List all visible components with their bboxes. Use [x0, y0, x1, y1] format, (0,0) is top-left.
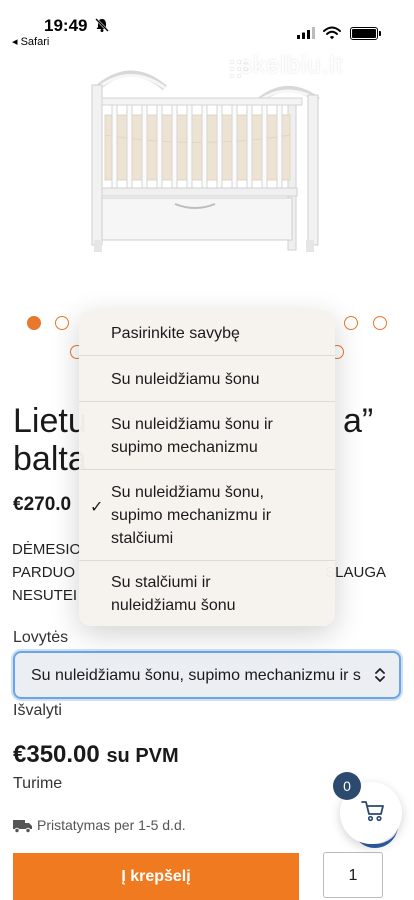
dropdown-option-label: Su nuleidžiamu šonu: [111, 371, 260, 388]
dropdown-option-label: Su nuleidžiamu šonu ir supimo mechanizmu: [111, 416, 273, 456]
variant-dropdown-menu: Pasirinkite savybę Su nuleidžiamu šonu S…: [79, 310, 335, 626]
carousel-dot[interactable]: [27, 316, 41, 330]
variant-select-value: Su nuleidžiamu šonu, supimo mechanizmu i…: [31, 667, 361, 684]
quantity-input[interactable]: 1: [323, 852, 383, 898]
product-title: Lietu a” balta: [13, 402, 373, 478]
carousel-dot[interactable]: [344, 316, 358, 330]
delivery-text: Pristatymas per 1-5 d.d.: [37, 817, 186, 833]
wifi-icon: [323, 26, 341, 40]
watermark: skelbiu.lt: [240, 52, 344, 79]
cellular-signal-icon: [297, 27, 315, 39]
carousel-dot[interactable]: [55, 316, 69, 330]
variant-label: Lovytės: [13, 629, 69, 646]
vat-label: su PVM: [106, 745, 179, 767]
dropdown-option-selected[interactable]: ✓ Su nuleidžiamu šonu, supimo mechanizmu…: [79, 469, 335, 560]
stock-status: Turime: [13, 775, 63, 792]
clock: 19:49: [44, 16, 88, 35]
status-bar: 19:49 ◂ Safari: [0, 0, 414, 50]
dropdown-option-label: Su stalčiumi ir nuleidžiamu šonu: [111, 574, 236, 614]
chevron-up-down-icon: [375, 668, 385, 682]
dropdown-option-label: Pasirinkite savybę: [111, 325, 240, 342]
delivery-info: Pristatymas per 1-5 d.d.: [13, 817, 186, 834]
notice-line: PARDUO: [12, 564, 76, 581]
dropdown-option-label: Su nuleidžiamu šonu, supimo mechanizmu i…: [111, 484, 272, 547]
cart-count-badge: 0: [333, 772, 361, 800]
product-title-line1-end: a”: [343, 402, 374, 440]
truck-icon: [13, 820, 32, 834]
dropdown-option[interactable]: Su stalčiumi ir nuleidžiamu šonu: [79, 560, 335, 626]
carousel-dot[interactable]: [373, 316, 387, 330]
dropdown-option[interactable]: Su nuleidžiamu šonu: [79, 355, 335, 401]
battery-icon: [350, 27, 381, 40]
product-title-line1: Lietu: [13, 402, 87, 440]
shopping-cart-icon[interactable]: [361, 800, 385, 822]
price-amount: €350.00: [13, 741, 100, 768]
back-to-safari-link[interactable]: ◂ Safari: [12, 35, 49, 48]
dropdown-option[interactable]: Su nuleidžiamu šonu ir supimo mechanizmu: [79, 401, 335, 469]
product-price: €350.00 su PVM: [13, 741, 179, 769]
clear-selection-link[interactable]: Išvalyti: [13, 702, 62, 720]
add-to-cart-button[interactable]: Į krepšelį: [13, 853, 299, 900]
checkmark-icon: ✓: [90, 499, 104, 516]
variant-select[interactable]: Su nuleidžiamu šonu, supimo mechanizmu i…: [13, 651, 401, 699]
bell-off-icon: [95, 18, 109, 32]
product-title-line2: balta: [13, 440, 87, 478]
dropdown-option[interactable]: Pasirinkite savybę: [79, 310, 335, 355]
product-price-range: €270.0: [13, 494, 72, 515]
